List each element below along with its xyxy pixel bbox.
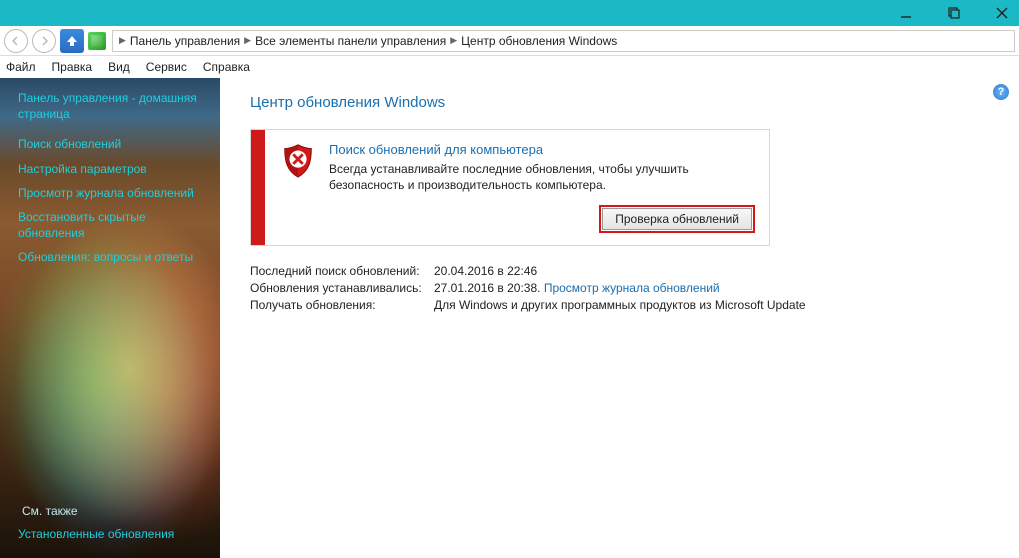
sidebar-link-settings[interactable]: Настройка параметров: [18, 161, 206, 177]
info-value-installed: 27.01.2016 в 20:38.: [434, 281, 544, 295]
menu-tools[interactable]: Сервис: [146, 60, 187, 74]
breadcrumb-item[interactable]: Центр обновления Windows: [461, 34, 617, 48]
sidebar-link-search-updates[interactable]: Поиск обновлений: [18, 136, 206, 152]
page-title: Центр обновления Windows: [250, 94, 995, 111]
menubar: Файл Правка Вид Сервис Справка: [0, 56, 1019, 78]
menu-help[interactable]: Справка: [203, 60, 250, 74]
check-updates-button[interactable]: Проверка обновлений: [599, 205, 755, 233]
sidebar-link-faq[interactable]: Обновления: вопросы и ответы: [18, 249, 206, 265]
menu-file[interactable]: Файл: [6, 60, 36, 74]
navbar: ▶ Панель управления ▶ Все элементы панел…: [0, 26, 1019, 56]
sidebar-home-link[interactable]: Панель управления - домашняя страница: [18, 90, 206, 122]
info-label-last-search: Последний поиск обновлений:: [250, 264, 434, 278]
sidebar: Панель управления - домашняя страница По…: [0, 78, 220, 558]
alert-bar: [251, 130, 265, 245]
info-value-source: Для Windows и других программных продукт…: [434, 298, 995, 312]
info-block: Последний поиск обновлений: 20.04.2016 в…: [250, 264, 995, 312]
breadcrumb-item[interactable]: Все элементы панели управления: [255, 34, 446, 48]
nav-back-button[interactable]: [4, 29, 28, 53]
history-link[interactable]: Просмотр журнала обновлений: [544, 281, 720, 295]
main-content: ? Центр обновления Windows Поиск обновле…: [220, 78, 1019, 558]
panel-description: Всегда устанавливайте последние обновлен…: [329, 161, 755, 193]
nav-up-button[interactable]: [60, 29, 84, 53]
info-value-last-search: 20.04.2016 в 22:46: [434, 264, 995, 278]
info-label-source: Получать обновления:: [250, 298, 434, 312]
minimize-button[interactable]: [893, 3, 919, 23]
control-panel-icon: [88, 32, 106, 50]
shield-alert-icon: [279, 142, 317, 233]
check-updates-button-label: Проверка обновлений: [602, 208, 752, 230]
breadcrumb[interactable]: ▶ Панель управления ▶ Все элементы панел…: [112, 30, 1015, 52]
maximize-button[interactable]: [941, 3, 967, 23]
chevron-right-icon: ▶: [450, 35, 457, 46]
sidebar-link-history[interactable]: Просмотр журнала обновлений: [18, 185, 206, 201]
close-button[interactable]: [989, 3, 1015, 23]
chevron-right-icon: ▶: [119, 35, 126, 46]
info-label-installed: Обновления устанавливались:: [250, 281, 434, 295]
menu-view[interactable]: Вид: [108, 60, 130, 74]
help-icon[interactable]: ?: [993, 84, 1009, 100]
titlebar: [0, 0, 1019, 26]
sidebar-link-installed-updates[interactable]: Установленные обновления: [18, 526, 206, 542]
chevron-right-icon: ▶: [244, 35, 251, 46]
sidebar-link-restore-hidden[interactable]: Восстановить скрытые обновления: [18, 209, 206, 241]
update-panel: Поиск обновлений для компьютера Всегда у…: [250, 129, 770, 246]
nav-forward-button[interactable]: [32, 29, 56, 53]
panel-heading: Поиск обновлений для компьютера: [329, 142, 755, 157]
sidebar-section-label: См. также: [22, 504, 206, 518]
menu-edit[interactable]: Правка: [52, 60, 93, 74]
breadcrumb-item[interactable]: Панель управления: [130, 34, 240, 48]
